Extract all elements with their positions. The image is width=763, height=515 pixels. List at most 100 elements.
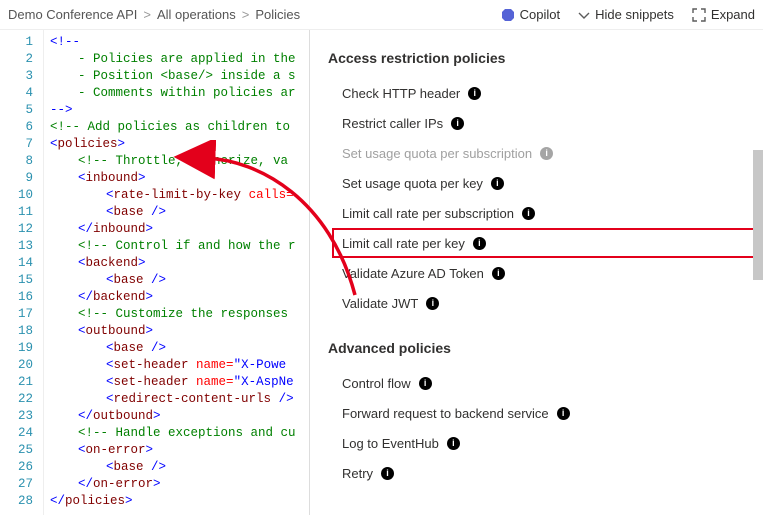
policy-label: Log to EventHub: [342, 436, 439, 451]
info-icon[interactable]: i: [451, 117, 464, 130]
code-line[interactable]: <base />: [50, 204, 296, 221]
access-restriction-list: Check HTTP headeriRestrict caller IPsiSe…: [328, 78, 755, 318]
code-line[interactable]: <backend>: [50, 255, 296, 272]
line-number: 13: [0, 238, 33, 255]
code-area[interactable]: <!--- Policies are applied in the- Posit…: [44, 30, 296, 515]
policy-item[interactable]: Set usage quota per key i: [342, 168, 755, 198]
expand-label: Expand: [711, 7, 755, 22]
expand-button[interactable]: Expand: [692, 7, 755, 22]
code-line[interactable]: </backend>: [50, 289, 296, 306]
line-number: 4: [0, 85, 33, 102]
chevron-down-icon: [578, 9, 590, 21]
info-icon[interactable]: i: [381, 467, 394, 480]
hide-snippets-label: Hide snippets: [595, 7, 674, 22]
policy-label: Validate Azure AD Token: [342, 266, 484, 281]
policy-label: Restrict caller IPs: [342, 116, 443, 131]
breadcrumb-api[interactable]: Demo Conference API: [8, 7, 137, 22]
code-line[interactable]: <rate-limit-by-key calls=: [50, 187, 296, 204]
policy-label: Check HTTP header: [342, 86, 460, 101]
policy-label: Forward request to backend service: [342, 406, 549, 421]
code-line[interactable]: </policies>: [50, 493, 296, 510]
info-icon[interactable]: i: [419, 377, 432, 390]
code-line[interactable]: <!-- Add policies as children to: [50, 119, 296, 136]
line-number: 27: [0, 476, 33, 493]
scrollbar-thumb[interactable]: [753, 150, 763, 280]
code-line[interactable]: <redirect-content-urls />: [50, 391, 296, 408]
code-line[interactable]: <!-- Control if and how the r: [50, 238, 296, 255]
line-number: 1: [0, 34, 33, 51]
code-line[interactable]: <!-- Throttle, authorize, va: [50, 153, 296, 170]
line-number: 22: [0, 391, 33, 408]
policy-label: Limit call rate per subscription: [342, 206, 514, 221]
expand-icon: [692, 8, 706, 22]
code-line[interactable]: <!-- Customize the responses: [50, 306, 296, 323]
info-icon[interactable]: i: [557, 407, 570, 420]
line-number: 24: [0, 425, 33, 442]
copilot-icon: [501, 8, 515, 22]
line-gutter: 1234567891011121314151617181920212223242…: [0, 30, 44, 515]
line-number: 20: [0, 357, 33, 374]
line-number: 16: [0, 289, 33, 306]
policy-item[interactable]: Validate JWTi: [342, 288, 755, 318]
info-icon[interactable]: i: [473, 237, 486, 250]
code-line[interactable]: <set-header name="X-Powe: [50, 357, 296, 374]
line-number: 7: [0, 136, 33, 153]
policy-item[interactable]: Retryi: [342, 458, 755, 488]
policy-item[interactable]: Control flow i: [342, 368, 755, 398]
breadcrumb-scope[interactable]: All operations: [157, 7, 236, 22]
info-icon[interactable]: i: [491, 177, 504, 190]
line-number: 8: [0, 153, 33, 170]
code-line[interactable]: - Policies are applied in the: [50, 51, 296, 68]
code-line[interactable]: -->: [50, 102, 296, 119]
line-number: 10: [0, 187, 33, 204]
code-line[interactable]: <base />: [50, 459, 296, 476]
code-line[interactable]: </outbound>: [50, 408, 296, 425]
policy-label: Control flow: [342, 376, 411, 391]
line-number: 3: [0, 68, 33, 85]
policy-item[interactable]: Log to EventHub i: [342, 428, 755, 458]
code-line[interactable]: - Comments within policies ar: [50, 85, 296, 102]
info-icon[interactable]: i: [447, 437, 460, 450]
group-heading-advanced: Advanced policies: [328, 340, 755, 356]
code-line[interactable]: <set-header name="X-AspNe: [50, 374, 296, 391]
code-editor[interactable]: 1234567891011121314151617181920212223242…: [0, 30, 310, 515]
line-number: 25: [0, 442, 33, 459]
code-line[interactable]: <outbound>: [50, 323, 296, 340]
copilot-button[interactable]: Copilot: [501, 7, 560, 22]
line-number: 2: [0, 51, 33, 68]
code-line[interactable]: - Position <base/> inside a s: [50, 68, 296, 85]
code-line[interactable]: <base />: [50, 272, 296, 289]
copilot-label: Copilot: [520, 7, 560, 22]
breadcrumb-section[interactable]: Policies: [255, 7, 300, 22]
breadcrumb-sep: >: [242, 7, 250, 22]
toolbar-actions: Copilot Hide snippets Expand: [501, 7, 755, 22]
policy-item[interactable]: Validate Azure AD Token i: [342, 258, 755, 288]
line-number: 17: [0, 306, 33, 323]
policy-label: Set usage quota per key: [342, 176, 483, 191]
code-line[interactable]: <on-error>: [50, 442, 296, 459]
code-line[interactable]: <inbound>: [50, 170, 296, 187]
info-icon[interactable]: i: [426, 297, 439, 310]
info-icon[interactable]: i: [468, 87, 481, 100]
code-line[interactable]: </on-error>: [50, 476, 296, 493]
info-icon[interactable]: i: [492, 267, 505, 280]
info-icon: i: [540, 147, 553, 160]
policy-item[interactable]: Limit call rate per keyi: [332, 228, 755, 258]
group-heading-access: Access restriction policies: [328, 50, 755, 66]
snippets-panel: Access restriction policies Check HTTP h…: [310, 30, 763, 515]
policy-item[interactable]: Check HTTP header i: [342, 78, 755, 108]
advanced-policies-list: Control flowiForward request to backend …: [328, 368, 755, 488]
policy-item: Set usage quota per subscriptioni: [342, 138, 755, 168]
policy-item[interactable]: Restrict caller IPs i: [342, 108, 755, 138]
code-line[interactable]: </inbound>: [50, 221, 296, 238]
code-line[interactable]: <!--: [50, 34, 296, 51]
line-number: 19: [0, 340, 33, 357]
code-line[interactable]: <policies>: [50, 136, 296, 153]
line-number: 18: [0, 323, 33, 340]
info-icon[interactable]: i: [522, 207, 535, 220]
code-line[interactable]: <base />: [50, 340, 296, 357]
hide-snippets-button[interactable]: Hide snippets: [578, 7, 674, 22]
code-line[interactable]: <!-- Handle exceptions and cu: [50, 425, 296, 442]
policy-item[interactable]: Forward request to backend service i: [342, 398, 755, 428]
policy-item[interactable]: Limit call rate per subscription i: [342, 198, 755, 228]
